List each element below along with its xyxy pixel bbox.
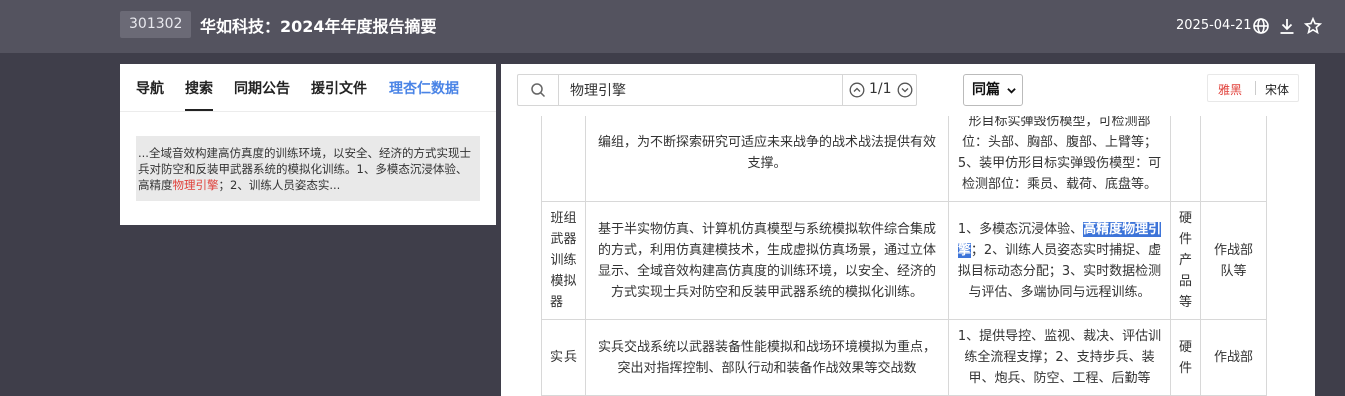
feature-text-after: ；2、训练人员姿态实时捕捉、虚拟目标动态分配；3、实时数据检测与评估、多端协同与… <box>957 242 1162 300</box>
table-cell: 编组，为不断探索研究可适应未来战争的战术战法提供有效支撑。 <box>585 116 949 202</box>
table-cell: 作战部队等 <box>1200 201 1268 320</box>
download-icon[interactable] <box>1278 17 1296 35</box>
sidebar-panel: 导航 搜索 同期公告 援引文件 理杏仁数据 ...全域音效构建高仿真度的训练环境… <box>120 64 496 225</box>
tab-cited-documents[interactable]: 援引文件 <box>311 78 367 98</box>
globe-icon[interactable] <box>1252 17 1270 35</box>
font-option-yahei[interactable]: 雅黑 <box>1218 81 1242 98</box>
tab-search[interactable]: 搜索 <box>185 78 213 98</box>
active-tab-indicator <box>185 109 213 111</box>
tab-same-period-announcements[interactable]: 同期公告 <box>234 78 290 98</box>
next-match-icon[interactable] <box>897 82 913 98</box>
search-scope-select[interactable]: 同篇 <box>963 74 1023 106</box>
result-highlight: 物理引擎 <box>172 178 219 192</box>
document-title: 华如科技：2024年年度报告摘要 <box>200 17 437 36</box>
document-content: 编组，为不断探索研究可适应未来战争的战术战法提供有效支撑。 形目标实弹毁伤模型，… <box>501 116 1315 396</box>
stock-code-badge: 301302 <box>120 11 192 38</box>
table-cell: 作战部 <box>1200 319 1268 396</box>
font-switch: 雅黑 宋体 <box>1207 74 1299 102</box>
table-cell: 硬件产品等 <box>1169 201 1202 320</box>
font-option-songti[interactable]: 宋体 <box>1265 81 1289 98</box>
table-cell <box>1200 116 1268 202</box>
table-row: 班组武器训练模拟器 基于半实物仿真、计算机仿真模型与系统模拟软件综合集成的方式，… <box>541 201 1268 320</box>
table-cell: 实兵交战系统以武器装备性能模拟和战场环境模拟为重点，突出对指挥控制、部队行动和装… <box>585 319 949 396</box>
chevron-down-icon <box>1007 88 1016 94</box>
previous-match-icon[interactable] <box>849 82 865 98</box>
search-input[interactable] <box>570 80 840 100</box>
table-cell: 基于半实物仿真、计算机仿真模型与系统模拟软件综合集成的方式，利用仿真建模技术，生… <box>585 201 949 320</box>
table-cell: 1、多模态沉浸体验、高精度物理引擎；2、训练人员姿态实时捕捉、虚拟目标动态分配；… <box>948 201 1171 320</box>
product-table: 编组，为不断探索研究可适应未来战争的战术战法提供有效支撑。 形目标实弹毁伤模型，… <box>541 116 1268 396</box>
result-text-after: ；2、训练人员姿态实... <box>218 178 341 192</box>
sidebar-tabs: 导航 搜索 同期公告 援引文件 理杏仁数据 <box>120 64 496 112</box>
star-icon[interactable] <box>1304 17 1322 35</box>
font-divider <box>1255 81 1256 95</box>
top-bar: 301302 华如科技：2024年年度报告摘要 2025-04-21 <box>0 0 1345 53</box>
document-panel: 1/1 同篇 雅黑 宋体 编组，为不断探索研究可适应未来战争的战术战法提供有效支… <box>501 64 1315 396</box>
table-cell: 班组武器训练模拟器 <box>541 201 586 320</box>
publish-date: 2025-04-21 <box>1176 18 1252 33</box>
search-divider <box>558 75 559 105</box>
tab-lixinger-data[interactable]: 理杏仁数据 <box>389 78 459 98</box>
search-divider <box>842 75 843 105</box>
search-result-item[interactable]: ...全域音效构建高仿真度的训练环境，以安全、经济的方式实现士兵对防空和反装甲武… <box>136 136 480 201</box>
match-count: 1/1 <box>869 81 892 97</box>
search-bar: 1/1 <box>517 74 917 106</box>
table-row: 实兵 实兵交战系统以武器装备性能模拟和战场环境模拟为重点，突出对指挥控制、部队行… <box>541 319 1268 396</box>
table-cell: 实兵 <box>541 319 586 396</box>
feature-text-before: 1、多模态沉浸体验、 <box>957 221 1084 237</box>
search-icon <box>531 83 546 98</box>
table-cell: 形目标实弹毁伤模型，可检测部位：头部、胸部、腹部、上臂等；5、装甲仿形目标实弹毁… <box>948 116 1171 202</box>
tab-navigation[interactable]: 导航 <box>136 78 164 98</box>
table-cell: 1、提供导控、监视、裁决、评估训练全流程支撑；2、支持步兵、装甲、炮兵、防空、工… <box>948 319 1171 396</box>
table-cell <box>1169 116 1202 202</box>
table-cell <box>541 116 586 202</box>
table-cell: 硬件 <box>1169 319 1202 396</box>
table-row: 编组，为不断探索研究可适应未来战争的战术战法提供有效支撑。 形目标实弹毁伤模型，… <box>541 116 1268 202</box>
search-scope-value: 同篇 <box>972 82 1000 98</box>
